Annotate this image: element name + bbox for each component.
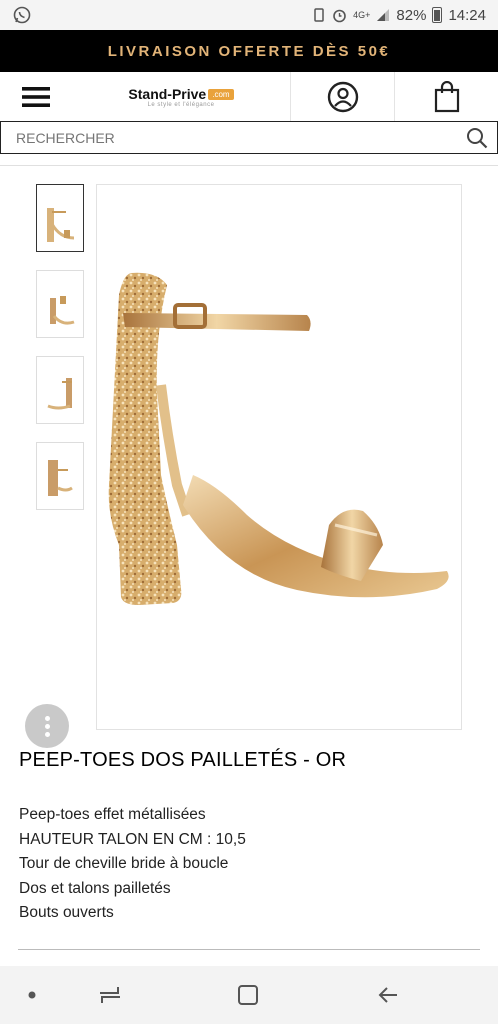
product-main-image[interactable] — [96, 184, 462, 730]
site-header: Stand-Prive .com Le style et l'élégance — [0, 72, 498, 122]
logo-badge: .com — [208, 88, 234, 100]
thumbnail-list — [36, 184, 84, 528]
description-line: Tour de cheville bride à boucle — [19, 855, 229, 872]
recent-apps-icon — [100, 987, 120, 1003]
thumbnail-1[interactable] — [36, 184, 84, 252]
promo-text: LIVRAISON OFFERTE DÈS 50€ — [107, 42, 391, 60]
cart-button[interactable] — [394, 72, 498, 122]
more-vertical-icon-dot — [44, 731, 50, 737]
thumbnail-3[interactable] — [36, 356, 84, 424]
app-root: 4G+ 82% 14:24 LIVRAISON OFFERTE DÈS 50€ … — [0, 0, 498, 1024]
home-square-icon — [238, 985, 258, 1005]
product-title: PEEP-TOES DOS PAILLETÉS - OR — [19, 749, 347, 771]
description-line: Bouts ouverts — [19, 904, 114, 921]
description-line: Peep-toes effet métallisées — [19, 806, 206, 823]
hamburger-icon — [22, 87, 50, 107]
section-divider — [18, 949, 480, 950]
product-thumbnail — [48, 460, 73, 496]
recent-apps-button[interactable] — [80, 966, 140, 1024]
dot-icon — [28, 991, 36, 999]
header-divider — [0, 165, 498, 166]
battery-icon — [432, 7, 443, 23]
nav-dot-button[interactable] — [2, 966, 62, 1024]
search-icon — [467, 127, 488, 148]
product-image — [108, 272, 449, 605]
whatsapp-icon — [13, 6, 31, 24]
back-arrow-icon — [378, 987, 397, 1003]
vibrate-icon — [314, 8, 324, 22]
product-description: Peep-toes effet métallisées HAUTEUR TALO… — [19, 803, 246, 926]
more-vertical-icon-dot — [44, 723, 50, 729]
alarm-icon — [333, 9, 346, 22]
system-nav-bar — [0, 966, 498, 1024]
back-button[interactable] — [358, 966, 418, 1024]
product-thumbnail — [47, 378, 72, 410]
description-line: Dos et talons pailletés — [19, 879, 171, 897]
search-input[interactable] — [16, 129, 457, 146]
description-line: HAUTEUR TALON EN CM : 10,5 — [19, 830, 246, 848]
search-button[interactable] — [457, 122, 497, 153]
status-bar: 4G+ 82% 14:24 — [0, 0, 498, 30]
more-vertical-icon — [44, 715, 50, 721]
user-circle-icon — [327, 81, 358, 113]
logo-name: Stand-Prive — [128, 86, 207, 102]
logo-tagline: Le style et l'élégance — [147, 102, 215, 108]
network-label: 4G+ — [353, 10, 371, 20]
account-button[interactable] — [290, 72, 394, 122]
menu-button[interactable] — [0, 72, 72, 122]
promo-banner[interactable]: LIVRAISON OFFERTE DÈS 50€ — [0, 30, 498, 72]
home-button[interactable] — [218, 966, 278, 1024]
product-thumbnail — [47, 208, 75, 242]
product-thumbnail — [50, 296, 75, 325]
battery-percent: 82% — [396, 6, 427, 24]
more-options-button[interactable] — [25, 704, 69, 748]
thumbnail-4[interactable] — [36, 442, 84, 510]
shopping-bag-icon — [434, 81, 459, 113]
clock: 14:24 — [448, 6, 486, 24]
signal-icon — [377, 9, 390, 21]
site-logo[interactable]: Stand-Prive .com Le style et l'élégance — [72, 72, 290, 122]
thumbnail-2[interactable] — [36, 270, 84, 338]
search-bar — [0, 121, 498, 154]
